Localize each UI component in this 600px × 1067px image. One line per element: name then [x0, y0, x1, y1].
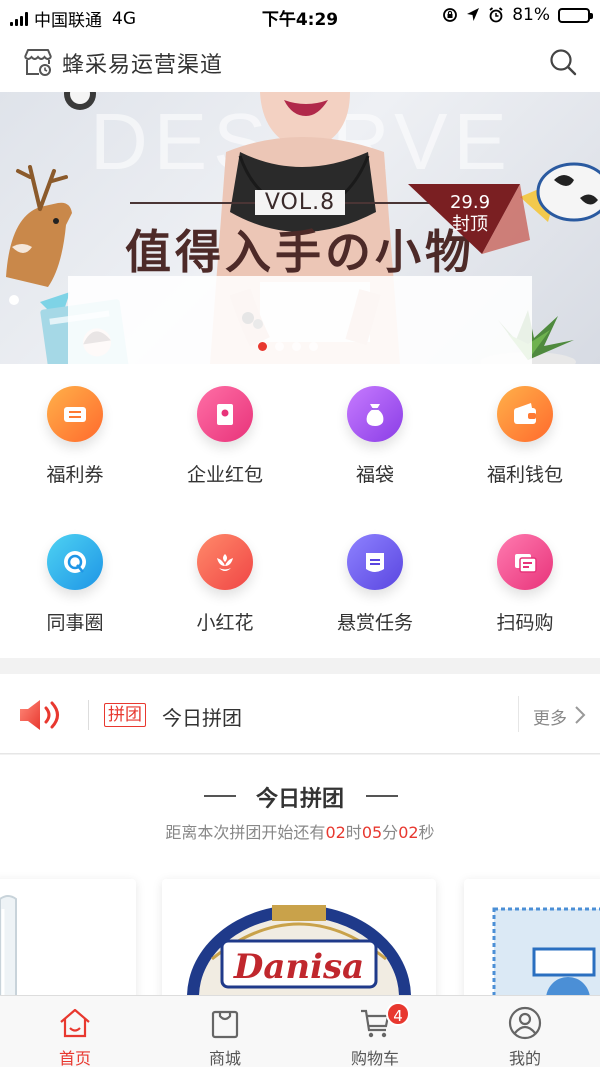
promo-banner[interactable]: DESERVE	[0, 92, 600, 364]
tab-label: 购物车	[350, 1049, 399, 1067]
function-label: 福袋	[355, 464, 394, 486]
banner-vol-text: VOL.8	[254, 190, 346, 215]
tab-label: 首页	[58, 1049, 91, 1067]
search-icon[interactable]	[548, 47, 578, 77]
battery-percent: 81%	[512, 5, 550, 25]
more-link[interactable]: 更多	[533, 704, 567, 729]
notice-divider	[88, 700, 89, 730]
product-brand-text: Danisa	[233, 947, 365, 987]
pager-dot[interactable]	[309, 342, 318, 351]
tab-item[interactable]: 我的	[450, 996, 600, 1067]
user-icon[interactable]	[508, 1006, 542, 1040]
function-item[interactable]: 同事圈	[0, 512, 150, 652]
page-title: 蜂采易运营渠道	[62, 53, 224, 78]
notice-text[interactable]: 今日拼团	[162, 702, 242, 731]
banner-pager[interactable]	[258, 342, 318, 351]
function-label: 小红花	[196, 612, 254, 634]
countdown-seconds: 02	[398, 823, 419, 842]
cart-badge: 4	[386, 1002, 410, 1026]
pager-dot[interactable]	[258, 342, 267, 351]
alarm-icon	[489, 7, 503, 23]
chat-bubble-icon[interactable]	[47, 534, 103, 590]
shopping-bag-icon[interactable]	[208, 1006, 242, 1040]
pager-dot[interactable]	[292, 342, 301, 351]
countdown-hours-unit: 时	[345, 823, 362, 842]
function-label: 福利券	[46, 464, 104, 486]
section-title: 今日拼团	[255, 787, 344, 812]
countdown: 距离本次拼团开始还有02时05分02秒	[0, 819, 600, 843]
speaker-icon	[20, 700, 59, 730]
app-header: 蜂采易运营渠道	[0, 32, 600, 92]
title-line-right	[366, 795, 398, 797]
countdown-prefix: 距离本次拼团开始还有	[165, 823, 326, 842]
product-image	[0, 895, 17, 995]
notice-tag: 拼团	[104, 703, 146, 727]
function-label: 同事圈	[46, 612, 104, 634]
function-item[interactable]: 小红花	[150, 512, 300, 652]
product-card[interactable]	[0, 879, 136, 995]
status-right: 81%	[442, 5, 593, 25]
function-label: 福利钱包	[486, 464, 563, 486]
tab-item[interactable]: 购物车 4	[300, 996, 450, 1067]
function-item[interactable]: 福利钱包	[450, 364, 600, 504]
ticket-icon[interactable]	[47, 386, 103, 442]
countdown-hours: 02	[325, 823, 346, 842]
bottom-tab-bar: 首页 商城 购物车 4 我的	[0, 995, 600, 1067]
price-value: 29.9	[449, 192, 491, 213]
countdown-minutes-unit: 分	[382, 823, 399, 842]
function-label: 扫码购	[496, 612, 554, 634]
function-item[interactable]: 福利券	[0, 364, 150, 504]
chevron-right-icon[interactable]	[574, 705, 586, 725]
countdown-minutes: 05	[361, 823, 383, 842]
lucky-bag-icon[interactable]	[347, 386, 403, 442]
function-item[interactable]: 悬赏任务	[300, 512, 450, 652]
pager-dot[interactable]	[275, 342, 284, 351]
status-bar: 中国联通 4G 下午4:29 81%	[0, 0, 600, 32]
location-icon	[467, 8, 480, 21]
tab-label: 我的	[508, 1049, 541, 1067]
countdown-seconds-unit: 秒	[418, 823, 435, 842]
function-grid: 福利券 企业红包 福袋 福利钱包同事圈 小红花 悬赏任务 扫码购	[0, 364, 600, 658]
scan-buy-icon[interactable]	[497, 534, 553, 590]
product-card[interactable]: Danisa	[162, 879, 436, 995]
price-cap-label: 封顶	[452, 214, 488, 235]
function-item[interactable]: 企业红包	[150, 364, 300, 504]
flower-icon[interactable]	[197, 534, 253, 590]
product-card[interactable]	[464, 879, 600, 995]
group-buy-section: 今日拼团 距离本次拼团开始还有02时05分02秒 Danisa	[0, 755, 600, 995]
tab-item[interactable]: 首页	[0, 996, 150, 1067]
product-image	[492, 907, 600, 995]
rotation-lock-icon	[443, 8, 458, 22]
wallet-icon[interactable]	[497, 386, 553, 442]
home-icon[interactable]	[58, 1006, 92, 1040]
function-label: 悬赏任务	[336, 612, 413, 634]
price-tag-text: 29.9 封顶	[430, 192, 510, 236]
task-icon[interactable]	[347, 534, 403, 590]
more-separator	[518, 696, 519, 732]
red-envelope-icon[interactable]	[197, 386, 253, 442]
notice-bar[interactable]: 拼团 今日拼团 更多	[0, 674, 600, 754]
store-icon[interactable]	[22, 46, 54, 78]
tab-label: 商城	[208, 1049, 241, 1067]
function-label: 企业红包	[186, 464, 263, 486]
function-item[interactable]: 扫码购	[450, 512, 600, 652]
tab-item[interactable]: 商城	[150, 996, 300, 1067]
battery-icon	[558, 7, 593, 23]
function-item[interactable]: 福袋	[300, 364, 450, 504]
